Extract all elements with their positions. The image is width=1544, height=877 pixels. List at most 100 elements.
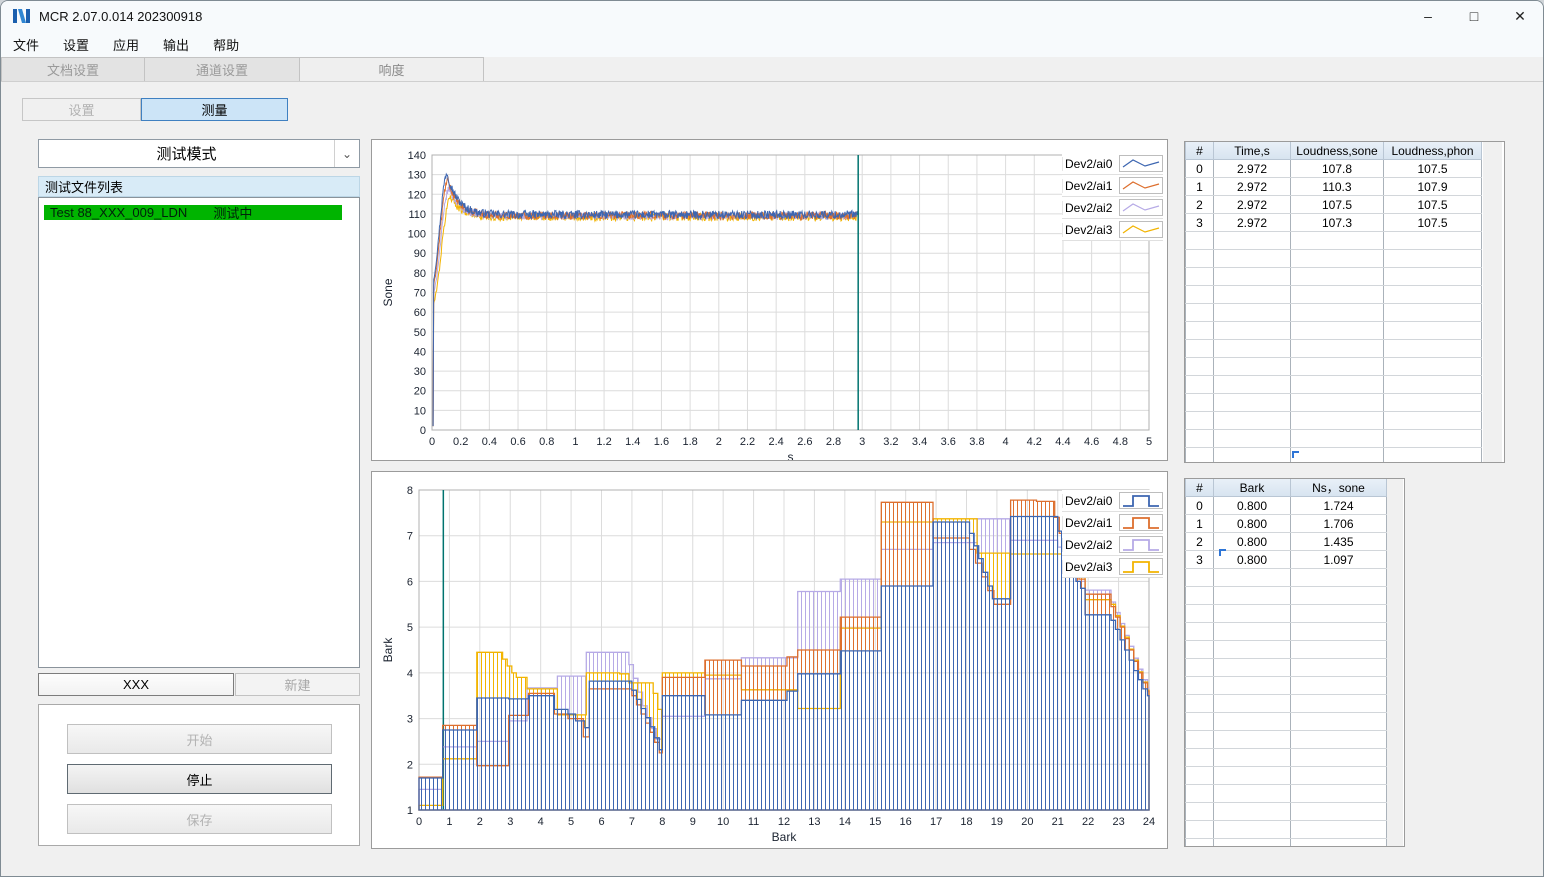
table-cell: 1.706 <box>1290 514 1387 533</box>
table-row-empty <box>1185 339 1482 358</box>
test-file-list-header: 测试文件列表 <box>38 176 360 197</box>
svg-text:12: 12 <box>778 816 790 828</box>
specific-loudness-chart-panel: 0 1 2 3 4 5 6 7 8 9 10 11 12 13 14 15 16 17 18 19 20 21 22 23 24… <box>371 471 1168 849</box>
table-cell: 107.8 <box>1290 159 1384 178</box>
svg-text:1.2: 1.2 <box>596 436 611 448</box>
bar-sample-icon <box>1119 492 1163 509</box>
table-row[interactable]: 3 2.972 107.3 107.5 <box>1185 213 1482 232</box>
start-button[interactable]: 开始 <box>67 724 332 754</box>
table-cell: 1.097 <box>1290 550 1387 569</box>
col-header[interactable]: Bark <box>1213 479 1291 497</box>
table-row-empty <box>1185 802 1387 821</box>
svg-text:11: 11 <box>748 816 759 828</box>
svg-text:130: 130 <box>408 170 426 182</box>
table-cell: 0 <box>1185 496 1214 515</box>
stop-button[interactable]: 停止 <box>67 764 332 794</box>
svg-text:0: 0 <box>420 425 426 437</box>
svg-text:2: 2 <box>407 759 413 771</box>
svg-text:100: 100 <box>408 229 426 241</box>
svg-text:4.6: 4.6 <box>1084 436 1099 448</box>
legend-row[interactable]: Dev2/ai2 <box>1062 197 1163 219</box>
window-title: MCR 2.07.0.014 202300918 <box>39 8 203 24</box>
test-mode-select[interactable]: 测试模式 ⌄ <box>38 139 360 168</box>
svg-text:20: 20 <box>414 386 426 398</box>
new-button[interactable]: 新建 <box>235 673 360 696</box>
table-row-empty <box>1185 375 1482 394</box>
svg-text:40: 40 <box>414 346 426 358</box>
tab-measure[interactable]: 测量 <box>141 98 288 121</box>
col-header[interactable]: Ns，sone <box>1290 479 1387 497</box>
svg-text:16: 16 <box>900 816 912 828</box>
svg-text:5: 5 <box>1146 436 1152 448</box>
save-button[interactable]: 保存 <box>67 804 332 834</box>
tab-1[interactable]: 通道设置 <box>144 57 300 81</box>
table-row[interactable]: 1 2.972 110.3 107.9 <box>1185 177 1482 196</box>
table-cell: 2.972 <box>1213 177 1291 196</box>
table-row[interactable]: 3 0.800 1.097 <box>1185 550 1387 569</box>
line-sample-icon <box>1119 221 1163 238</box>
col-header[interactable]: # <box>1185 479 1214 497</box>
bar-sample-icon <box>1119 514 1163 531</box>
table-row[interactable]: 1 0.800 1.706 <box>1185 514 1387 533</box>
col-header[interactable]: Loudness,sone <box>1290 142 1384 160</box>
list-item[interactable]: Test 88_XXX_009_LDN 测试中 <box>44 205 342 221</box>
menu-item-2[interactable]: 应用 <box>101 32 151 57</box>
table-row[interactable]: 2 0.800 1.435 <box>1185 532 1387 551</box>
table-row-empty <box>1185 820 1387 839</box>
svg-text:30: 30 <box>414 366 426 378</box>
app-logo-icon <box>13 9 30 23</box>
legend-row[interactable]: Dev2/ai0 <box>1062 153 1163 175</box>
table-cell: 1.435 <box>1290 532 1387 551</box>
specific-loudness-chart[interactable]: 0 1 2 3 4 5 6 7 8 9 10 11 12 13 14 15 16 17 18 19 20 21 22 23 24… <box>372 472 1167 848</box>
svg-text:110: 110 <box>408 209 426 221</box>
xxx-button[interactable]: XXX <box>38 673 234 696</box>
table-row[interactable]: 0 0.800 1.724 <box>1185 496 1387 515</box>
svg-text:Bark: Bark <box>772 830 798 844</box>
svg-text:4: 4 <box>538 816 544 828</box>
legend-row[interactable]: Dev2/ai3 <box>1062 219 1163 241</box>
close-button[interactable]: ✕ <box>1497 1 1543 31</box>
col-header[interactable]: Time,s <box>1213 142 1291 160</box>
chevron-down-icon[interactable]: ⌄ <box>334 140 359 167</box>
table-row-empty <box>1185 393 1482 412</box>
svg-text:0.8: 0.8 <box>539 436 554 448</box>
tab-bar: 文档设置 通道设置 响度 <box>1 57 1543 82</box>
svg-text:90: 90 <box>414 248 426 260</box>
legend-row[interactable]: Dev2/ai1 <box>1062 175 1163 197</box>
menu-item-4[interactable]: 帮助 <box>201 32 251 57</box>
tab-settings[interactable]: 设置 <box>22 98 141 121</box>
menu-item-3[interactable]: 输出 <box>151 32 201 57</box>
svg-text:50: 50 <box>414 327 426 339</box>
table-row[interactable]: 0 2.972 107.8 107.5 <box>1185 159 1482 178</box>
tab-0[interactable]: 文档设置 <box>1 57 145 81</box>
table-row[interactable]: 2 2.972 107.5 107.5 <box>1185 195 1482 214</box>
line-sample-icon <box>1119 199 1163 216</box>
col-header[interactable]: # <box>1185 142 1214 160</box>
svg-text:5: 5 <box>568 816 574 828</box>
svg-text:4: 4 <box>1003 436 1009 448</box>
menu-item-0[interactable]: 文件 <box>1 32 51 57</box>
tab-2[interactable]: 响度 <box>299 57 484 81</box>
legend-row[interactable]: Dev2/ai0 <box>1062 490 1163 512</box>
svg-text:4.2: 4.2 <box>1027 436 1042 448</box>
loudness-time-chart-panel: 0 0.2 0.4 0.6 0.8 1 1.2 1.4 1.6 1.8 2 2.2 2.4 2.6 2.8 3… <box>371 139 1168 464</box>
table-cell: 2.972 <box>1213 213 1291 232</box>
minimize-button[interactable]: – <box>1405 1 1451 31</box>
loudness-time-chart[interactable]: 0 0.2 0.4 0.6 0.8 1 1.2 1.4 1.6 1.8 2 2.2 2.4 2.6 2.8 3… <box>372 140 1167 464</box>
svg-text:80: 80 <box>414 268 426 280</box>
table-cell: 107.5 <box>1290 195 1384 214</box>
col-header[interactable]: Loudness,phon <box>1383 142 1482 160</box>
table-row-empty <box>1185 357 1482 376</box>
table-cell: 2.972 <box>1213 159 1291 178</box>
menu-item-1[interactable]: 设置 <box>51 32 101 57</box>
legend-row[interactable]: Dev2/ai1 <box>1062 512 1163 534</box>
table-cell: 3 <box>1185 550 1214 569</box>
legend-row[interactable]: Dev2/ai2 <box>1062 534 1163 556</box>
test-file-listbox[interactable]: Test 88_XXX_009_LDN 测试中 <box>38 197 360 668</box>
maximize-button[interactable]: □ <box>1451 1 1497 31</box>
svg-text:9: 9 <box>690 816 696 828</box>
legend-row[interactable]: Dev2/ai3 <box>1062 556 1163 578</box>
chart2-legend: Dev2/ai0 Dev2/ai1 Dev2/ai2 Dev2/ai3 <box>1062 490 1163 578</box>
legend-label: Dev2/ai1 <box>1062 178 1119 193</box>
bark-table-panel: # Bark Ns，sone 0 0.800 1.724 1 0.800 1.706 2 0.800… <box>1184 478 1405 847</box>
